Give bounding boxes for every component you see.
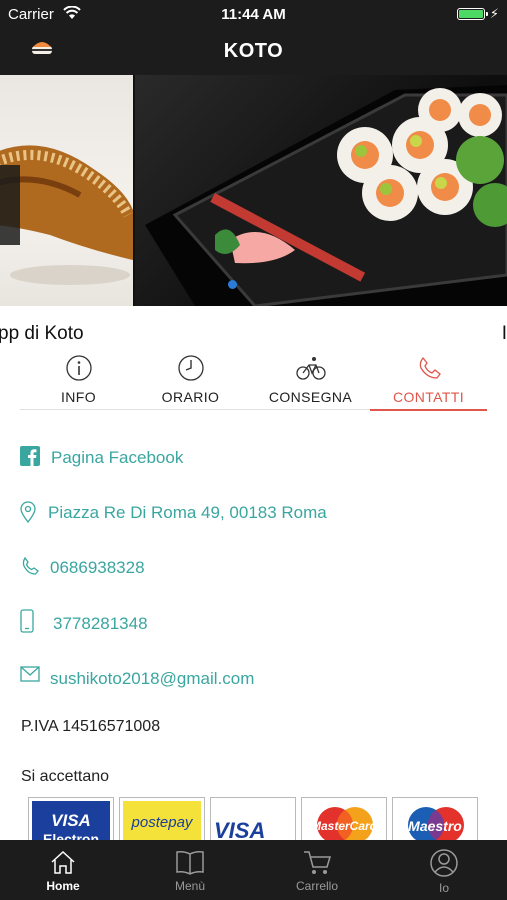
tabbar-menu-label: Menù — [174, 879, 206, 893]
payment-cards: VISA Electron postepay VISA MasterCard M… — [28, 797, 488, 841]
tab-orario-label: ORARIO — [161, 389, 220, 405]
carousel-slide-previous — [0, 75, 133, 306]
facebook-link[interactable]: Pagina Facebook — [20, 446, 220, 472]
carousel-caption-next: I — [501, 323, 507, 344]
page-title: KOTO — [223, 40, 284, 62]
clock-icon — [177, 355, 204, 381]
phone-link[interactable]: 0686938328 — [20, 556, 180, 582]
email-link-label: sushikoto2018@gmail.com — [50, 669, 255, 688]
phone-icon — [419, 356, 441, 379]
carousel-slide-current — [135, 75, 507, 306]
mobile-phone-icon — [20, 609, 34, 633]
info-icon — [65, 355, 92, 381]
facebook-icon — [20, 446, 40, 466]
tabbar-cart[interactable]: Carrello — [254, 840, 380, 900]
vat-number: P.IVA 14516571008 — [21, 718, 161, 735]
carousel-indicator-dot[interactable] — [228, 280, 237, 289]
status-bar: Carrier 11:44 AM ⚡ — [0, 0, 507, 28]
mobile-link[interactable]: 3778281348 — [20, 609, 180, 635]
home-icon — [51, 850, 75, 874]
tab-info[interactable]: INFO — [20, 352, 137, 410]
card-mastercard-brand: MasterCard — [310, 819, 378, 833]
card-visa: VISA — [210, 797, 296, 841]
tabbar-menu[interactable]: Menù — [127, 840, 253, 900]
card-maestro-brand: Maestro — [408, 818, 462, 834]
info-tabs: INFO ORARIO CONSEGNA CONTATTI — [20, 352, 487, 411]
bottom-tab-bar: Home Menù Carrello Io — [0, 840, 507, 900]
tab-orario[interactable]: ORARIO — [132, 352, 249, 410]
tab-contatti-label: CONTATTI — [392, 389, 465, 405]
card-visa-brand: VISA — [214, 818, 266, 841]
card-postepay: postepay — [119, 797, 205, 841]
bicycle-icon — [295, 357, 326, 380]
tabbar-home[interactable]: Home — [0, 840, 126, 900]
charging-icon: ⚡ — [489, 6, 499, 21]
sushi-nigiri-image — [0, 145, 133, 285]
mobile-link-label: 3778281348 — [53, 614, 148, 633]
book-icon — [176, 851, 204, 875]
payment-methods-label: Si accettano — [21, 768, 110, 785]
tabbar-profile[interactable]: Io — [381, 840, 507, 900]
sushi-boat-image — [145, 85, 507, 306]
tabbar-cart-label: Carrello — [295, 879, 338, 893]
tab-consegna-label: CONSEGNA — [268, 389, 353, 405]
card-maestro: Maestro — [392, 797, 478, 841]
mail-icon — [20, 666, 40, 682]
user-icon — [430, 849, 458, 877]
address-link[interactable]: Piazza Re Di Roma 49, 00183 Roma — [20, 501, 350, 527]
tab-consegna[interactable]: CONSEGNA — [252, 352, 369, 410]
facebook-link-label: Pagina Facebook — [51, 448, 184, 467]
top-bar: Carrier 11:44 AM ⚡ KOTO — [0, 0, 507, 75]
location-pin-icon — [20, 501, 36, 523]
tab-contatti[interactable]: CONTATTI — [370, 352, 487, 411]
address-link-label: Piazza Re Di Roma 49, 00183 Roma — [48, 503, 327, 522]
card-postepay-brand: postepay — [131, 813, 193, 831]
cart-icon — [304, 851, 332, 874]
phone-link-label: 0686938328 — [50, 558, 145, 577]
email-link[interactable]: sushikoto2018@gmail.com — [20, 666, 280, 692]
carousel-caption: pp di Koto — [0, 323, 84, 344]
status-time: 11:44 AM — [221, 6, 286, 23]
tab-info-label: INFO — [60, 389, 97, 405]
tabbar-profile-label: Io — [438, 881, 449, 895]
phone-icon — [22, 556, 39, 575]
battery-icon — [457, 8, 488, 20]
card-mastercard: MasterCard — [301, 797, 387, 841]
card-visa-electron: VISA Electron — [28, 797, 114, 841]
tabbar-home-label: Home — [46, 879, 80, 893]
image-carousel[interactable] — [0, 75, 507, 306]
card-visa-electron-brand: VISA — [51, 810, 91, 830]
